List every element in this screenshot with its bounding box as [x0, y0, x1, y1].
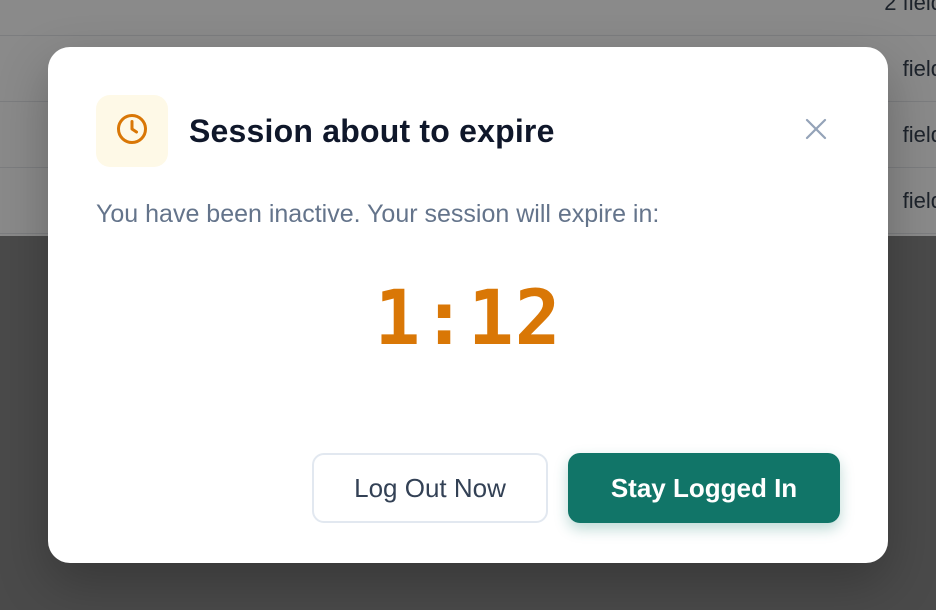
dialog-title: Session about to expire: [189, 113, 555, 149]
session-timeout-dialog: Session about to expire You have been in…: [48, 47, 888, 563]
close-button[interactable]: [800, 115, 832, 147]
close-icon: [804, 117, 828, 146]
clock-icon: [114, 111, 150, 152]
clock-icon-container: [96, 95, 168, 167]
countdown-timer: 1:12: [374, 273, 562, 362]
stay-logged-in-button[interactable]: Stay Logged In: [568, 453, 840, 523]
inactivity-message: You have been inactive. Your session wil…: [96, 200, 660, 228]
log-out-button[interactable]: Log Out Now: [312, 453, 548, 523]
